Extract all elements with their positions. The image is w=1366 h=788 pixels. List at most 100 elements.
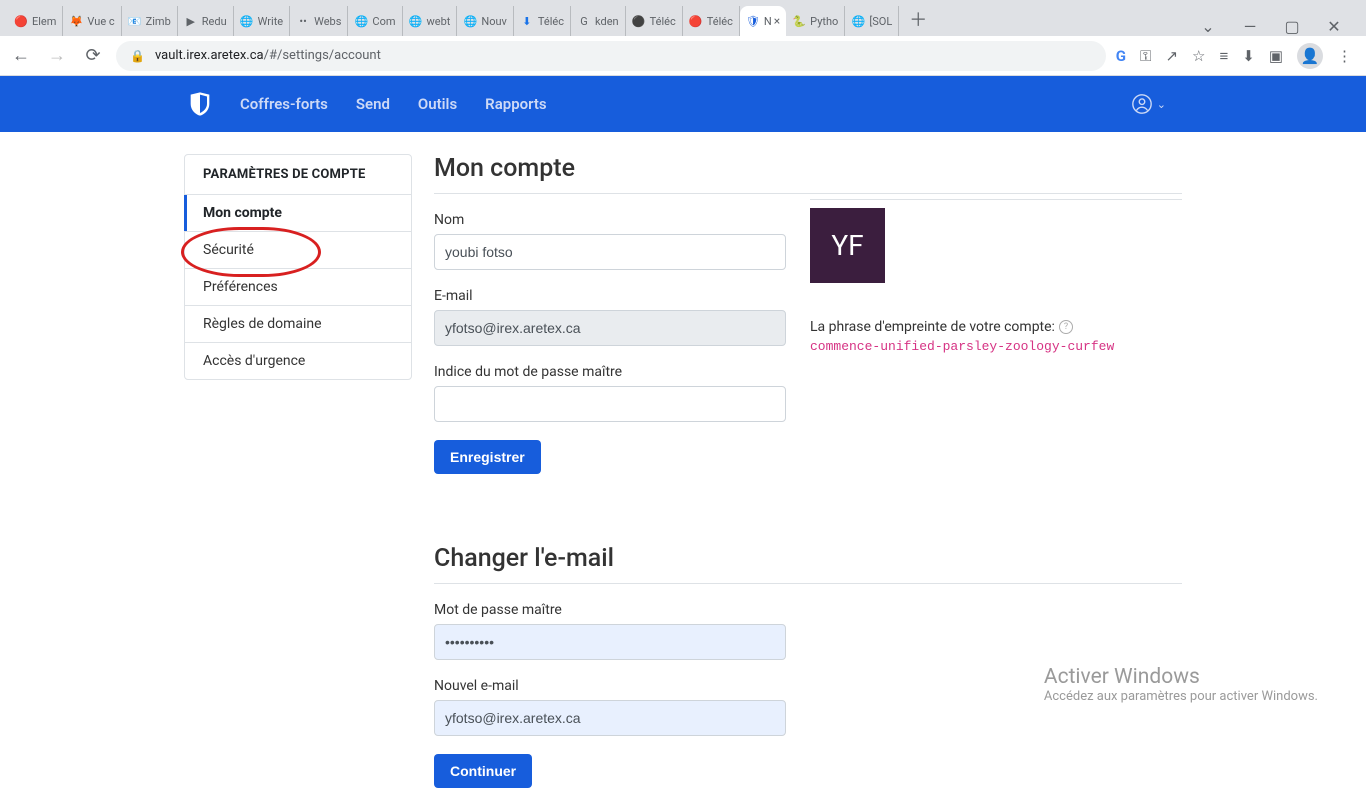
browser-tab[interactable]: ••Webs <box>290 6 348 36</box>
shield-icon <box>186 90 214 118</box>
favicon-icon: 🔴 <box>689 14 703 28</box>
new-tab-button[interactable]: ＋ <box>899 2 937 36</box>
name-input[interactable] <box>434 234 786 270</box>
person-circle-icon <box>1131 93 1153 115</box>
tabs-container: 🔴 Elem 🦊 Vue c 📧Zimb ▶Redu 🌐Write ••Webs 🌐… <box>8 0 1196 36</box>
browser-tab[interactable]: ⚫ Téléc <box>626 6 683 36</box>
browser-tab[interactable]: 🌐Com <box>348 6 402 36</box>
browser-tab[interactable]: 🌐 webt <box>403 6 458 36</box>
forward-button[interactable]: → <box>44 45 70 66</box>
sidebar-item-preferences[interactable]: Préférences <box>185 269 411 306</box>
nav-link-reports[interactable]: Rapports <box>485 95 546 113</box>
share-icon[interactable]: ↗ <box>1165 47 1178 65</box>
favicon-icon: ⚫ <box>632 14 646 28</box>
browser-tab[interactable]: 🌐[SOL <box>845 6 899 36</box>
account-form-row: Nom E-mail Indice du mot de passe maître… <box>434 212 1182 474</box>
email-input <box>434 310 786 346</box>
lock-icon: 🔒 <box>130 49 145 63</box>
tab-label: Téléc <box>650 15 676 28</box>
tab-label: Pytho <box>810 15 838 28</box>
app-topnav: Coffres-forts Send Outils Rapports ⌄ <box>0 76 1366 132</box>
profile-avatar-icon[interactable]: 👤 <box>1297 43 1323 69</box>
bitwarden-logo-icon[interactable] <box>184 88 216 120</box>
fingerprint-label: La phrase d'empreinte de votre compte: ? <box>810 319 1182 335</box>
browser-tab[interactable]: 🌐Write <box>234 6 290 36</box>
reload-button[interactable]: ⟳ <box>80 45 106 66</box>
bookmark-star-icon[interactable]: ☆ <box>1192 47 1205 65</box>
browser-tab[interactable]: ⬇ Téléc <box>514 6 571 36</box>
tab-label: Webs <box>314 15 341 28</box>
account-menu-button[interactable]: ⌄ <box>1131 93 1166 115</box>
chevron-down-icon: ⌄ <box>1157 98 1166 111</box>
sidebar-item-account[interactable]: Mon compte <box>185 195 411 232</box>
master-password-label: Mot de passe maître <box>434 602 1182 618</box>
new-email-input[interactable] <box>434 700 786 736</box>
close-window-icon[interactable]: ✕ <box>1322 17 1346 36</box>
fingerprint-phrase: commence-unified-parsley-zoology-curfew <box>810 339 1182 354</box>
favicon-icon: 🦊 <box>69 14 83 28</box>
new-email-label: Nouvel e-mail <box>434 678 1182 694</box>
avatar: YF <box>810 208 885 283</box>
account-form-left: Nom E-mail Indice du mot de passe maître… <box>434 212 786 474</box>
address-icons: G ⚿ ↗ ☆ ≡ ⬇ ▣ 👤 ⋮ <box>1116 43 1358 69</box>
content-area: PARAMÈTRES DE COMPTE Mon compte Sécurité… <box>0 132 1366 788</box>
favicon-icon: 🔴 <box>14 14 28 28</box>
sidebar-item-domain-rules[interactable]: Règles de domaine <box>185 306 411 343</box>
favicon-icon: 🌐 <box>463 14 477 28</box>
key-icon[interactable]: ⚿ <box>1140 47 1151 65</box>
browser-tab[interactable]: 🦊 Vue c <box>63 6 121 36</box>
download-icon: ⬇ <box>520 14 534 28</box>
bitwarden-icon: 🛡 <box>746 14 760 28</box>
continue-button[interactable]: Continuer <box>434 754 532 788</box>
tab-label: Téléc <box>538 15 564 28</box>
sidebar-header: PARAMÈTRES DE COMPTE <box>185 155 411 195</box>
browser-tab[interactable]: 🐍 Pytho <box>786 6 845 36</box>
account-form-right: YF La phrase d'empreinte de votre compte… <box>810 199 1182 474</box>
downloads-icon[interactable]: ⬇ <box>1242 47 1255 65</box>
nav-link-vaults[interactable]: Coffres-forts <box>240 95 328 113</box>
settings-sidebar: PARAMÈTRES DE COMPTE Mon compte Sécurité… <box>184 154 412 380</box>
maximize-icon[interactable]: ▢ <box>1280 17 1304 36</box>
favicon-icon: ▶ <box>184 14 198 28</box>
tab-label: kden <box>595 15 619 28</box>
back-button[interactable]: ← <box>8 45 34 66</box>
google-icon[interactable]: G <box>1116 47 1126 65</box>
browser-tab[interactable]: ▶Redu <box>178 6 234 36</box>
chrome-menu-icon[interactable]: ⋮ <box>1337 47 1352 65</box>
sidebar-item-emergency[interactable]: Accès d'urgence <box>185 343 411 379</box>
favicon-icon: 🌐 <box>409 14 423 28</box>
favicon-icon: 📧 <box>128 14 142 28</box>
python-icon: 🐍 <box>792 14 806 28</box>
favicon-icon: 🌐 <box>354 14 368 28</box>
url-host: vault.irex.aretex.ca <box>155 48 264 63</box>
email-label: E-mail <box>434 288 786 304</box>
reading-list-icon[interactable]: ≡ <box>1219 47 1228 65</box>
tab-overflow-icon[interactable]: ⌄ <box>1196 17 1220 36</box>
tab-label: Vue c <box>87 15 114 28</box>
address-bar: ← → ⟳ 🔒 vault.irex.aretex.ca/#/settings/… <box>0 36 1366 76</box>
nav-link-send[interactable]: Send <box>356 95 390 113</box>
sidebar-item-security[interactable]: Sécurité <box>185 232 411 269</box>
browser-tab[interactable]: Gkden <box>571 6 626 36</box>
hint-label: Indice du mot de passe maître <box>434 364 786 380</box>
tab-label: webt <box>427 15 451 28</box>
master-password-input[interactable] <box>434 624 786 660</box>
nav-link-tools[interactable]: Outils <box>418 95 457 113</box>
browser-tab-active[interactable]: 🛡N× <box>740 6 786 36</box>
browser-tab[interactable]: 🌐Nouv <box>457 6 514 36</box>
side-panel-icon[interactable]: ▣ <box>1269 47 1283 65</box>
browser-tab[interactable]: 🔴 Elem <box>8 6 63 36</box>
hint-input[interactable] <box>434 386 786 422</box>
tab-close-icon[interactable]: × <box>774 14 780 28</box>
url-field[interactable]: 🔒 vault.irex.aretex.ca/#/settings/accoun… <box>116 41 1106 71</box>
favicon-icon: 🌐 <box>851 14 865 28</box>
browser-tab-strip: 🔴 Elem 🦊 Vue c 📧Zimb ▶Redu 🌐Write ••Webs 🌐… <box>0 0 1366 36</box>
browser-tab[interactable]: 📧Zimb <box>122 6 178 36</box>
browser-tab[interactable]: 🔴Téléc <box>683 6 740 36</box>
nav-links: Coffres-forts Send Outils Rapports <box>240 95 547 113</box>
name-label: Nom <box>434 212 786 228</box>
help-icon[interactable]: ? <box>1059 320 1073 334</box>
save-button[interactable]: Enregistrer <box>434 440 541 474</box>
tab-label: Elem <box>32 15 56 28</box>
minimize-icon[interactable]: — <box>1238 17 1262 36</box>
